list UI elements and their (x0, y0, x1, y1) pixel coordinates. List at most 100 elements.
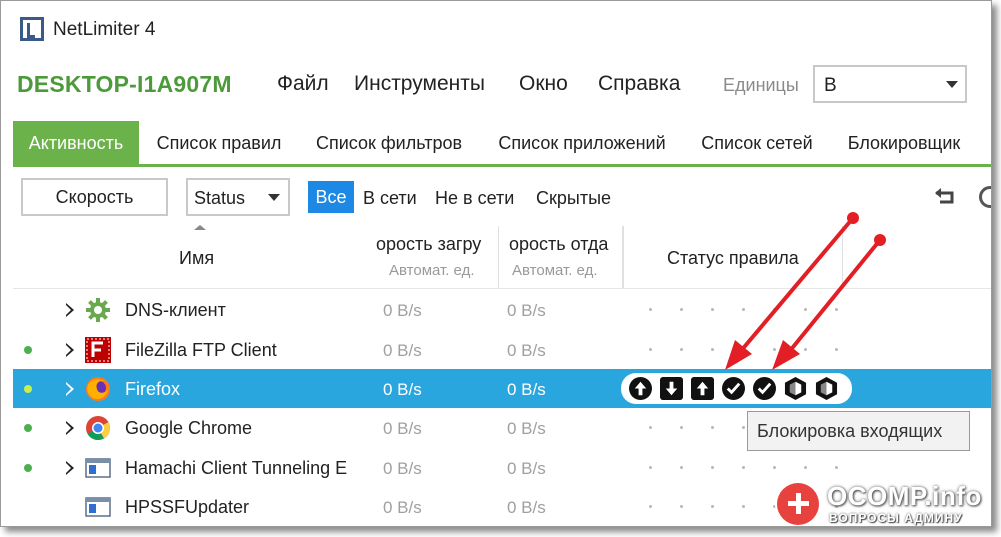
column-header-upload-unit: Автомат. ед. (512, 262, 598, 279)
placeholder-dot (742, 466, 745, 469)
placeholder-dot (742, 505, 745, 508)
filezilla-icon (85, 337, 111, 363)
tab-applications[interactable]: Список приложений (479, 121, 685, 164)
placeholder-dot (711, 466, 714, 469)
firefox-icon (86, 377, 110, 401)
rule-status-placeholder (635, 308, 845, 312)
watermark: OCOMP.info ВОПРОСЫ АДМИНУ (777, 479, 987, 526)
placeholder-dot (835, 348, 838, 351)
window-icon (85, 497, 111, 517)
arrow-up-icon[interactable] (629, 377, 652, 400)
window-icon (85, 458, 111, 478)
tab-networks[interactable]: Список сетей (685, 121, 829, 164)
sort-ascending-icon (194, 225, 206, 230)
rule-status-placeholder (635, 348, 845, 352)
placeholder-dot (649, 426, 652, 429)
menu-window[interactable]: Окно (519, 72, 568, 96)
table-row[interactable]: DNS-клиент 0 B/s 0 B/s (13, 290, 991, 329)
menu-tools[interactable]: Инструменты (354, 72, 485, 96)
app-name: Hamachi Client Tunneling E (125, 458, 348, 478)
placeholder-dot (742, 426, 745, 429)
units-value: B (824, 75, 837, 96)
download-speed: 0 B/s (383, 498, 422, 517)
upload-speed: 0 B/s (507, 419, 546, 438)
tab-blocker[interactable]: Блокировщик (829, 121, 979, 164)
expand-arrow-icon[interactable] (65, 343, 74, 357)
upload-speed: 0 B/s (507, 301, 546, 320)
expand-arrow-icon[interactable] (65, 461, 74, 475)
placeholder-dot (773, 505, 776, 508)
undo-icon[interactable] (934, 188, 956, 204)
download-speed: 0 B/s (383, 380, 422, 399)
placeholder-dot (742, 348, 745, 351)
units-select[interactable]: B (813, 65, 967, 103)
menu-file[interactable]: Файл (277, 72, 329, 96)
placeholder-dot (711, 426, 714, 429)
tab-bar: Активность Список правил Список фильтров… (13, 121, 991, 167)
speed-button[interactable]: Скорость (21, 178, 168, 216)
menu-help[interactable]: Справка (598, 72, 680, 96)
filter-offline[interactable]: Не в сети (435, 188, 514, 209)
placeholder-dot (680, 426, 683, 429)
online-indicator (24, 464, 32, 472)
column-header-status-area (623, 226, 843, 288)
gear-icon (86, 298, 110, 322)
placeholder-dot (835, 308, 838, 311)
filter-all[interactable]: Все (308, 181, 354, 213)
settings-icon[interactable] (979, 186, 991, 208)
status-select[interactable]: Status (186, 178, 290, 216)
download-speed: 0 B/s (383, 459, 422, 478)
placeholder-dot (680, 505, 683, 508)
placeholder-dot (649, 505, 652, 508)
status-select-value: Status (194, 188, 246, 208)
arrow-up-icon[interactable] (691, 377, 714, 400)
chrome-icon (86, 416, 111, 441)
check-icon[interactable] (753, 377, 776, 400)
app-name: Firefox (125, 379, 181, 399)
column-header-download-unit: Автомат. ед. (389, 262, 475, 279)
column-header-name[interactable]: Имя (179, 248, 214, 269)
rule-status-placeholder (635, 466, 845, 470)
check-icon[interactable] (722, 377, 745, 400)
column-header-download[interactable]: орость загру Автомат. ед. (376, 226, 499, 288)
placeholder-dot (742, 308, 745, 311)
placeholder-dot (680, 348, 683, 351)
app-name: DNS-клиент (125, 300, 226, 320)
column-header-download-label: орость загру (376, 234, 482, 254)
plus-icon (777, 483, 819, 525)
app-name: Google Chrome (125, 418, 253, 438)
rule-status-icons (621, 373, 852, 404)
placeholder-dot (773, 466, 776, 469)
chevron-down-icon (268, 194, 280, 201)
watermark-title: OCOMP.info (827, 481, 982, 511)
expand-arrow-icon[interactable] (65, 421, 74, 435)
units-label: Единицы (723, 75, 799, 95)
table-row[interactable]: FileZilla FTP Client 0 B/s 0 B/s (13, 330, 991, 369)
tab-rules[interactable]: Список правил (139, 121, 299, 164)
upload-speed: 0 B/s (507, 380, 546, 399)
column-header-upload[interactable]: орость отда Автомат. ед. (499, 226, 623, 288)
placeholder-dot (711, 308, 714, 311)
expand-arrow-icon[interactable] (65, 303, 74, 317)
filter-online[interactable]: В сети (363, 188, 417, 209)
app-window: NetLimiter 4 DESKTOP-I1A907M Файл Инстру… (0, 0, 992, 527)
tooltip: Блокировка входящих (747, 411, 970, 451)
window-title: NetLimiter 4 (53, 19, 156, 40)
placeholder-dot (773, 348, 776, 351)
download-speed: 0 B/s (383, 419, 422, 438)
upload-speed: 0 B/s (507, 459, 546, 478)
online-indicator (24, 424, 32, 432)
expand-arrow-icon[interactable] (65, 382, 74, 396)
filter-hidden[interactable]: Скрытые (536, 188, 611, 209)
tab-activity[interactable]: Активность (13, 121, 139, 164)
title-bar: NetLimiter 4 (1, 1, 991, 53)
table-row-selected[interactable]: Firefox 0 B/s 0 B/s (13, 369, 991, 408)
arrow-down-icon[interactable] (660, 377, 683, 400)
column-header-upload-label: орость отда (509, 234, 609, 254)
watermark-subtitle: ВОПРОСЫ АДМИНУ (829, 511, 963, 525)
placeholder-dot (680, 466, 683, 469)
shield-half-icon[interactable] (784, 377, 807, 400)
tab-filters[interactable]: Список фильтров (299, 121, 479, 164)
placeholder-dot (649, 348, 652, 351)
shield-half-icon[interactable] (815, 377, 838, 400)
